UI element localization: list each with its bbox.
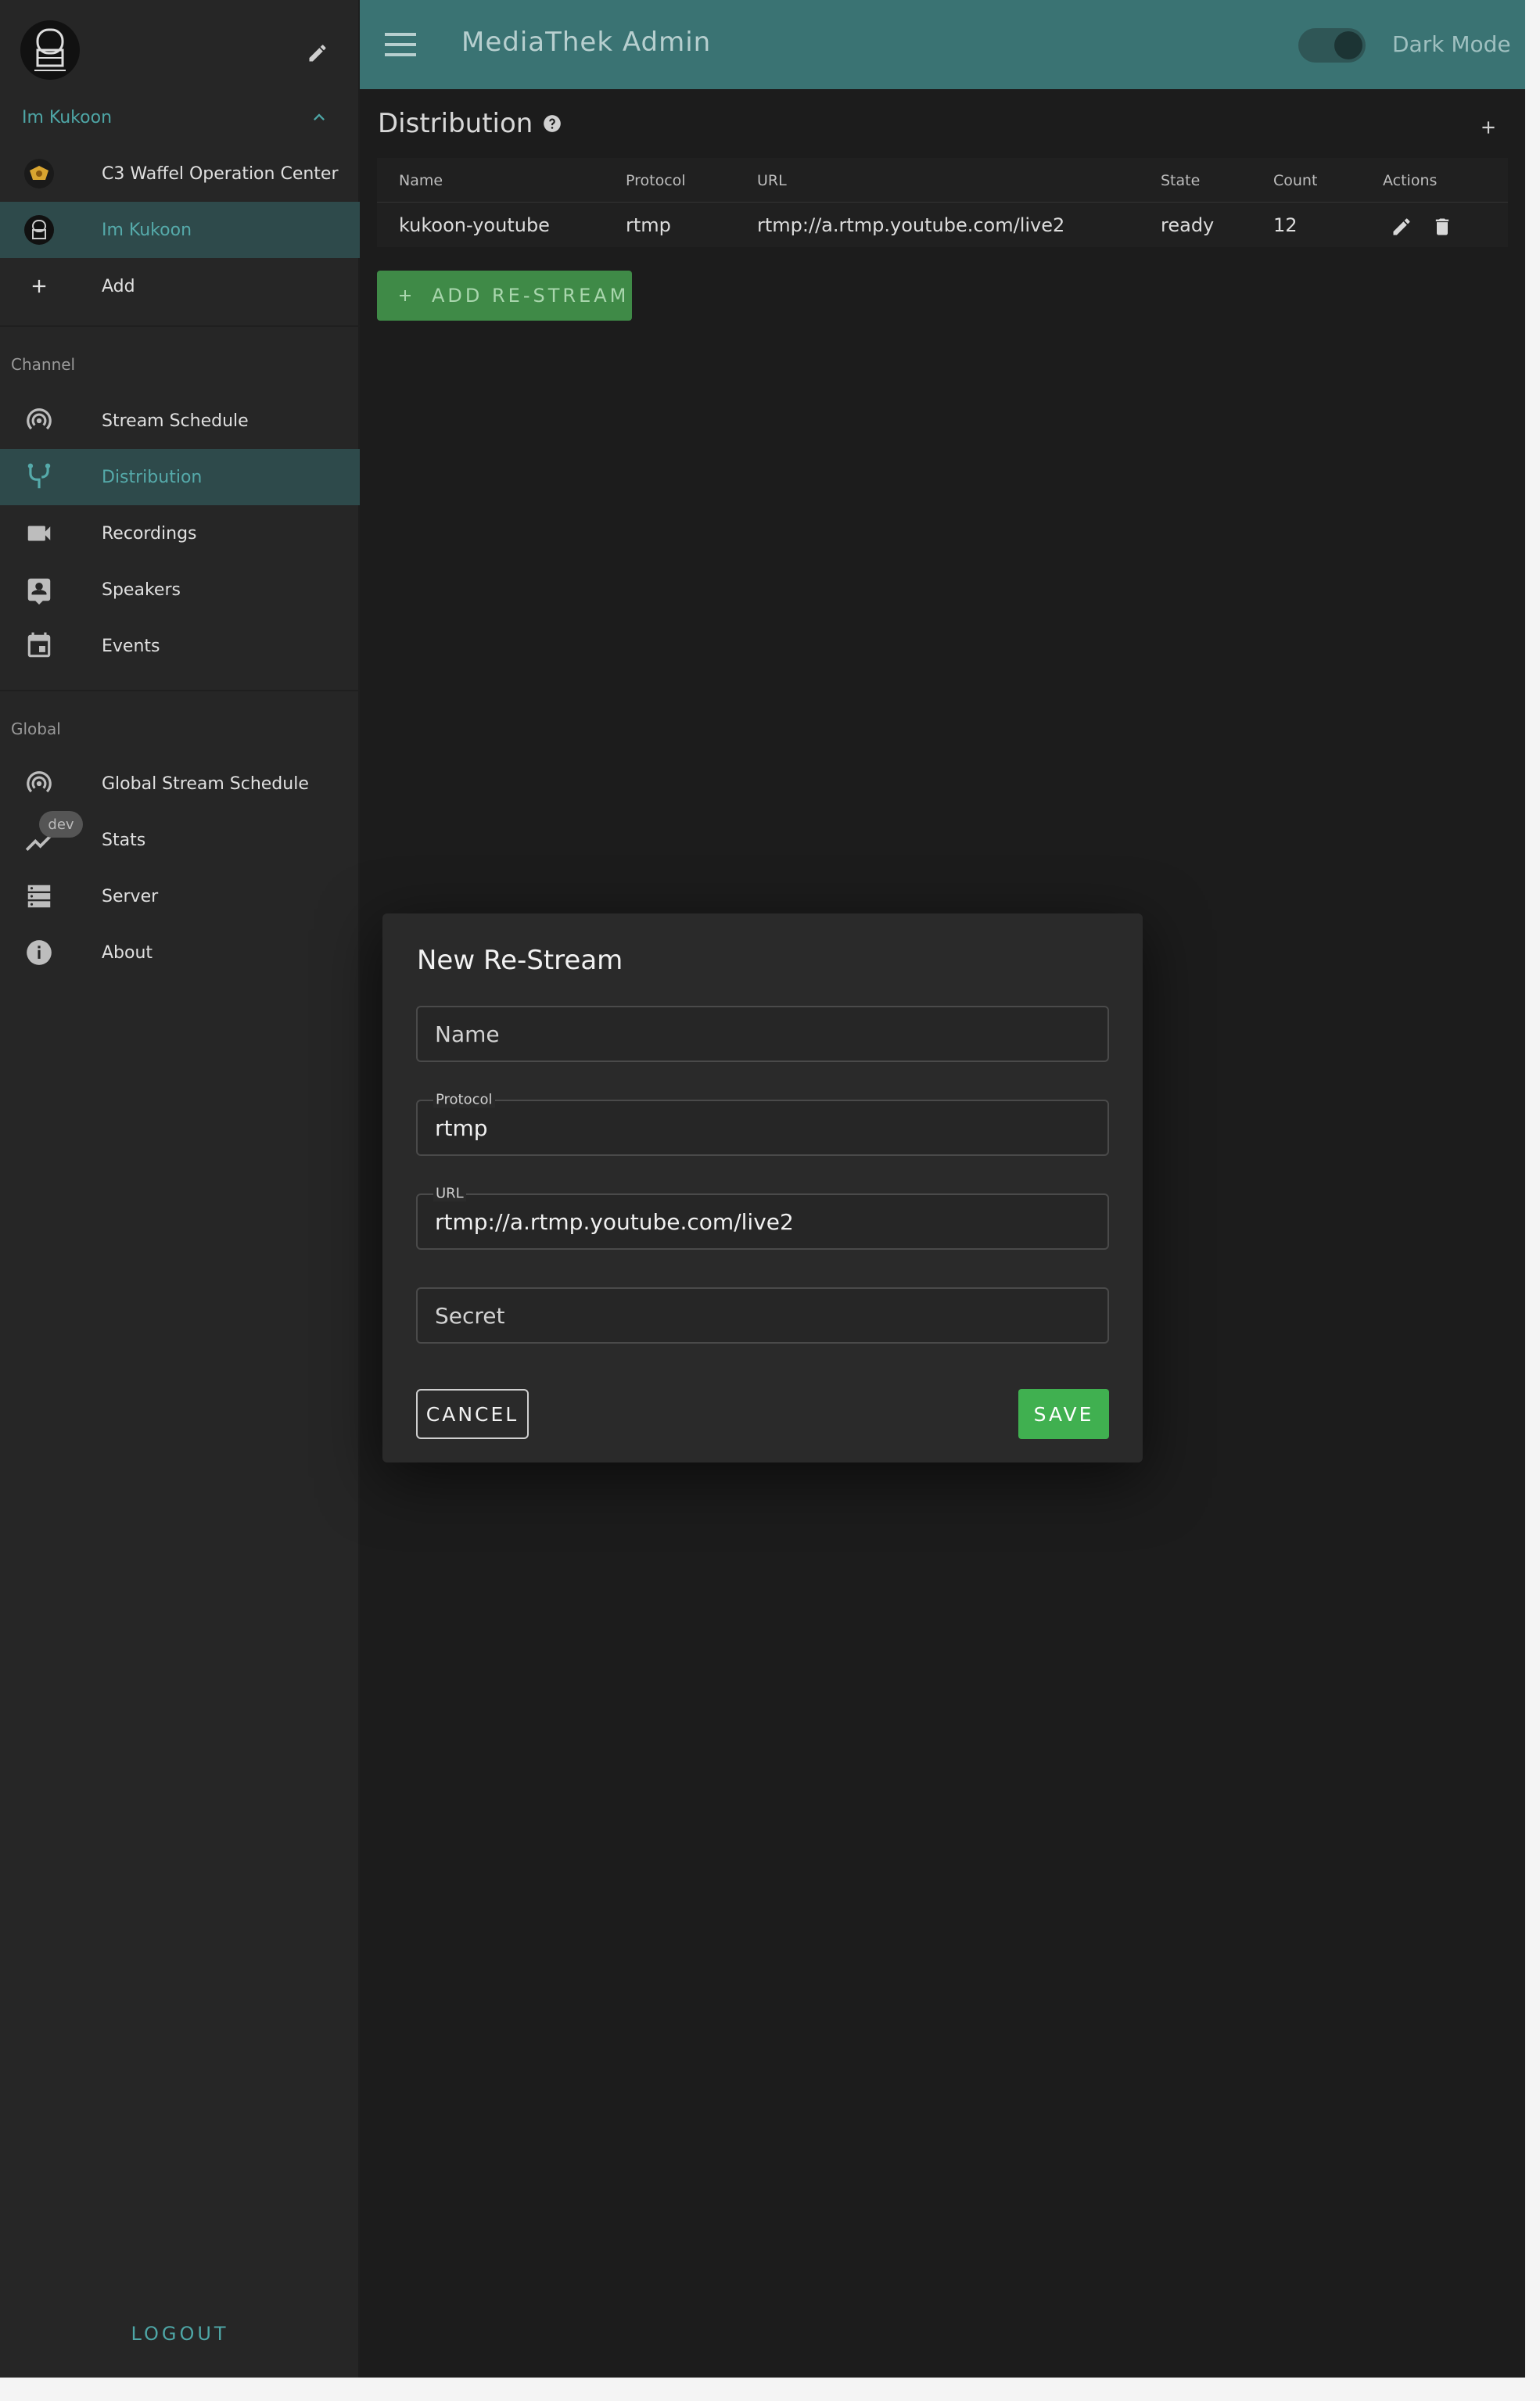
sidebar-item-label: About [102,942,153,963]
sidebar-item-events[interactable]: Events [0,618,360,674]
cell-name: kukoon-youtube [399,214,550,236]
page-title: Distribution [378,108,562,139]
column-header-count: Count [1273,172,1318,189]
protocol-label: Protocol [433,1091,495,1108]
column-header-name: Name [399,172,443,189]
url-label: URL [433,1185,466,1202]
fork-icon [23,461,55,493]
info-icon [23,937,55,968]
url-field[interactable]: URL rtmp://a.rtmp.youtube.com/live2 [416,1185,1109,1250]
add-account-label: Add [102,276,135,296]
column-header-url: URL [757,172,787,189]
name-placeholder: Name [435,1021,500,1047]
cell-protocol: rtmp [626,214,671,236]
add-re-stream-label: ADD RE-STREAM [432,285,630,307]
dialog-title: New Re-Stream [417,945,623,976]
save-button[interactable]: SAVE [1018,1389,1109,1439]
account-item-label: C3 Waffel Operation Center [102,163,339,184]
section-label-global: Global [11,720,61,738]
sidebar-item-distribution[interactable]: Distribution [0,449,360,505]
app-title: MediaThek Admin [461,27,712,58]
broadcast-icon [23,405,55,436]
sidebar-item-label: Global Stream Schedule [102,773,309,794]
protocol-field[interactable]: Protocol rtmp [416,1091,1109,1156]
sidebar-divider [0,690,360,691]
plus-icon [23,271,55,302]
sidebar: Im Kukoon C3 Waffel Operation Center Im … [0,0,360,2378]
sidebar-item-about[interactable]: About [0,924,360,981]
broadcast-icon [23,768,55,799]
server-icon [23,881,55,912]
sidebar-item-label: Server [102,886,159,906]
kukoon-avatar-icon [23,214,55,246]
edit-icon[interactable] [1391,216,1413,238]
cell-url: rtmp://a.rtmp.youtube.com/live2 [757,214,1065,236]
account-item-label: Im Kukoon [102,220,192,240]
add-re-stream-button[interactable]: ADD RE-STREAM [377,271,632,321]
toggle-knob [1334,31,1362,59]
sidebar-item-label: Speakers [102,580,181,600]
sidebar-item-label: Recordings [102,523,197,544]
sidebar-item-speakers[interactable]: Speakers [0,562,360,618]
cell-state: ready [1161,214,1215,236]
logout-button[interactable]: LOGOUT [0,2323,360,2345]
app-root: Im Kukoon C3 Waffel Operation Center Im … [0,0,1540,2401]
dev-badge: dev [39,811,83,838]
sidebar-item-label: Stats [102,830,146,850]
account-selector[interactable]: Im Kukoon [0,102,360,133]
distribution-table: Name Protocol URL State Count Actions ku… [377,158,1508,247]
column-header-state: State [1161,172,1201,189]
account-item-im-kukoon[interactable]: Im Kukoon [0,202,360,258]
plus-icon [400,290,411,301]
add-icon[interactable] [1478,117,1499,138]
contact-card-icon [23,574,55,605]
sidebar-item-label: Distribution [102,467,203,487]
column-header-actions: Actions [1383,172,1438,189]
column-header-protocol: Protocol [626,172,686,189]
page-title-text: Distribution [378,108,533,139]
videocam-icon [23,518,55,549]
delete-icon[interactable] [1431,216,1453,238]
help-icon[interactable] [542,113,562,134]
cell-count: 12 [1273,214,1298,236]
calendar-icon [23,630,55,662]
edit-icon[interactable] [307,42,328,64]
scrollbar[interactable] [1525,0,1540,2378]
sidebar-divider [0,325,360,327]
add-account-button[interactable]: Add [0,258,360,314]
chevron-up-icon [314,113,325,120]
section-label-channel: Channel [11,355,76,374]
protocol-value: rtmp [435,1115,488,1141]
table-row-divider [377,202,1508,203]
sidebar-item-stream-schedule[interactable]: Stream Schedule [0,393,360,449]
name-field[interactable]: Name [416,1006,1109,1062]
kukoon-logo-icon [34,28,66,71]
url-value: rtmp://a.rtmp.youtube.com/live2 [435,1209,794,1235]
account-selector-label: Im Kukoon [22,107,113,127]
hamburger-menu-icon[interactable] [385,33,416,56]
sidebar-item-server[interactable]: Server [0,868,360,924]
channel-logo[interactable] [20,20,80,80]
dark-mode-toggle[interactable] [1298,28,1366,63]
new-re-stream-dialog: New Re-Stream Name Protocol rtmp URL rtm… [382,913,1143,1462]
account-item-c3-waffel[interactable]: C3 Waffel Operation Center [0,145,360,202]
horizontal-scrollbar[interactable] [0,2378,1540,2401]
sidebar-item-global-stream-schedule[interactable]: Global Stream Schedule [0,755,360,812]
secret-field[interactable]: Secret [416,1287,1109,1344]
top-app-bar: MediaThek Admin Dark Mode [360,0,1525,89]
waffel-avatar-icon [23,158,55,189]
sidebar-item-label: Stream Schedule [102,411,249,431]
sidebar-item-label: Events [102,636,160,656]
cancel-button[interactable]: CANCEL [416,1389,529,1439]
dark-mode-label: Dark Mode [1392,31,1511,57]
sidebar-item-recordings[interactable]: Recordings [0,505,360,562]
secret-placeholder: Secret [435,1303,505,1329]
